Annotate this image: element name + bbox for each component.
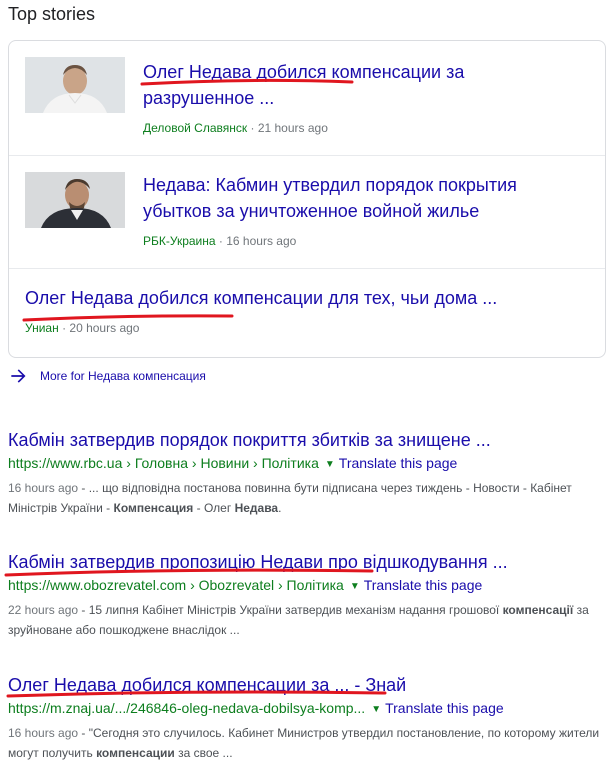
result-title[interactable]: Олег Недава добился компенсации за ... -… [8,673,608,697]
result-breadcrumb[interactable]: https://www.rbc.ua › Головна › Новини › … [8,455,319,471]
story-source: Деловой Славянск [143,121,248,135]
result-date: 16 hours ago [8,726,79,740]
snippet-highlight: Недава [234,501,279,515]
top-stories-card: Олег Недава добился компенсации за разру… [8,40,606,358]
result-title[interactable]: Кабмін затвердив порядок покриття збиткі… [8,428,608,452]
story-item[interactable]: Олег Недава добился компенсации для тех,… [9,269,605,359]
story-time: 16 hours ago [226,234,297,248]
translate-link[interactable]: Translate this page [364,577,483,593]
story-thumbnail[interactable] [25,172,125,228]
snippet-text: - 15 липня Кабінет Міністрів України зат… [78,603,503,617]
story-item[interactable]: Олег Недава добился компенсации за разру… [9,41,605,155]
story-meta: РБК-Украина · 16 hours ago [143,234,296,248]
search-result: Кабмін затвердив порядок покриття збиткі… [8,428,608,518]
result-snippet: 16 hours ago - "Сегодня это случилось. К… [8,723,608,763]
more-stories-link[interactable]: More for Недава компенсация [8,366,206,386]
snippet-highlight: компенсации [96,746,175,760]
story-source: РБК-Украина [143,234,216,248]
translate-link[interactable]: Translate this page [385,700,504,716]
search-result: Кабмін затвердив пропозицію Недави про в… [8,550,608,640]
more-stories-label: More for Недава компенсация [40,369,206,383]
result-snippet: 16 hours ago - ... що відповідна постано… [8,478,608,518]
result-date: 22 hours ago [8,603,79,617]
result-title[interactable]: Кабмін затвердив пропозицію Недави про в… [8,550,608,574]
caret-down-icon[interactable]: ▼ [371,699,381,721]
snippet-highlight: компенсації [502,603,574,617]
meta-separator: · [250,121,258,135]
snippet-highlight: Компенсация [113,501,194,515]
result-snippet: 22 hours ago - 15 липня Кабінет Міністрі… [8,600,608,640]
result-url: https://www.rbc.ua › Головна › Новини › … [8,452,608,476]
story-meta: Деловой Славянск · 21 hours ago [143,121,328,135]
snippet-text: за свое ... [174,746,233,760]
result-date: 16 hours ago [8,481,79,495]
result-url: https://m.znaj.ua/.../246846-oleg-nedava… [8,697,608,721]
story-source: Униан [25,321,59,335]
story-time: 21 hours ago [257,121,328,135]
story-title[interactable]: Олег Недава добился компенсации для тех,… [25,285,595,311]
story-item[interactable]: Недава: Кабмин утвердил порядок покрытия… [9,156,605,268]
story-time: 20 hours ago [69,321,140,335]
snippet-text: . [278,501,282,515]
story-thumbnail[interactable] [25,57,125,113]
snippet-text: - Олег [193,501,235,515]
result-breadcrumb[interactable]: https://www.obozrevatel.com › Obozrevate… [8,577,344,593]
story-meta: Униан · 20 hours ago [25,321,139,335]
story-title[interactable]: Олег Недава добился компенсации за разру… [143,59,523,111]
caret-down-icon[interactable]: ▼ [325,454,335,476]
search-result: Олег Недава добился компенсации за ... -… [8,673,608,763]
top-stories-heading: Top stories [8,4,96,24]
snippet-text: - ... що відповідна постанова повинна бу… [8,481,572,515]
arrow-right-icon [11,369,26,383]
translate-link[interactable]: Translate this page [339,455,458,471]
result-breadcrumb[interactable]: https://m.znaj.ua/.../246846-oleg-nedava… [8,700,365,716]
caret-down-icon[interactable]: ▼ [350,576,360,598]
result-url: https://www.obozrevatel.com › Obozrevate… [8,574,608,598]
story-title[interactable]: Недава: Кабмин утвердил порядок покрытия… [143,172,583,224]
